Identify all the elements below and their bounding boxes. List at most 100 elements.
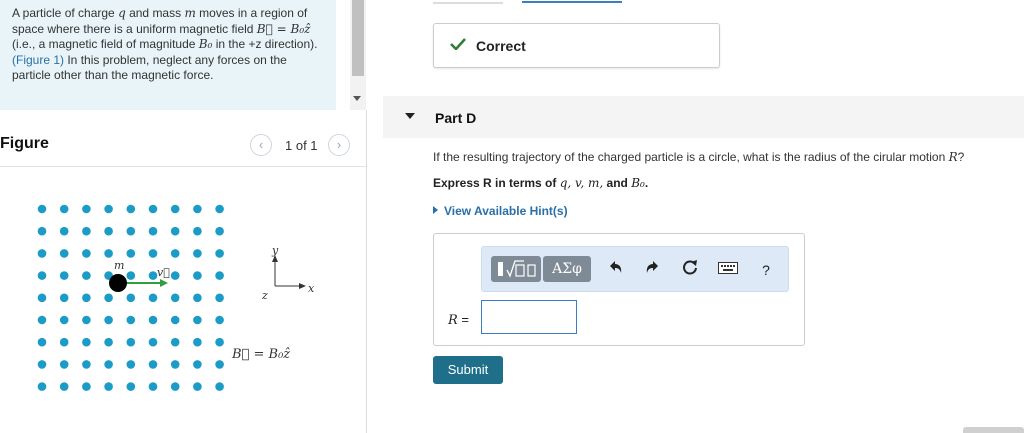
correct-feedback: Correct bbox=[433, 23, 720, 68]
view-hints-link[interactable]: View Available Hint(s) bbox=[433, 204, 568, 218]
answer-box: ΑΣφ ? R = bbox=[433, 233, 805, 346]
figure-prev-button[interactable]: ‹ bbox=[250, 134, 272, 156]
field-dot bbox=[170, 360, 180, 369]
redo-button[interactable] bbox=[642, 259, 662, 281]
problem-scrollbar-thumb[interactable] bbox=[352, 0, 364, 76]
field-dot bbox=[215, 204, 224, 214]
top-tab-active[interactable] bbox=[522, 0, 622, 3]
field-dot bbox=[193, 293, 202, 303]
field-dot bbox=[59, 315, 69, 325]
field-dot bbox=[215, 315, 224, 325]
field-dot bbox=[59, 382, 69, 391]
answer-input[interactable] bbox=[481, 300, 577, 334]
expand-triangle-icon bbox=[433, 206, 438, 214]
scroll-down-arrow-icon[interactable] bbox=[353, 96, 361, 101]
help-button[interactable]: ? bbox=[756, 259, 776, 281]
field-dot bbox=[37, 249, 47, 258]
problem-pane: A particle of charge q and mass m moves … bbox=[0, 0, 366, 433]
field-dot bbox=[37, 226, 47, 236]
field-dot bbox=[148, 337, 158, 347]
part-label: Part D bbox=[435, 110, 477, 126]
axis-x-label: x bbox=[308, 282, 315, 295]
figure-header: Figure ‹ 1 of 1 › bbox=[0, 127, 366, 167]
field-dot bbox=[104, 293, 113, 303]
field-dot bbox=[104, 226, 113, 236]
field-dot bbox=[193, 360, 202, 369]
undo-icon bbox=[610, 261, 622, 273]
field-dot bbox=[148, 360, 158, 369]
math-toolbar: ΑΣφ ? bbox=[481, 246, 789, 292]
field-dot bbox=[170, 249, 180, 258]
figure-link[interactable]: (Figure 1) bbox=[12, 53, 64, 67]
field-dot bbox=[82, 226, 91, 236]
page-scrollbar[interactable] bbox=[963, 427, 1024, 433]
check-icon bbox=[450, 38, 466, 50]
particle-label: m bbox=[114, 259, 124, 272]
figure-next-button[interactable]: › bbox=[328, 134, 350, 156]
chevron-right-icon: › bbox=[336, 137, 342, 152]
field-dot bbox=[193, 249, 202, 258]
var-m: m bbox=[184, 6, 196, 20]
field-dot bbox=[126, 226, 136, 236]
field-dot bbox=[82, 360, 91, 369]
field-dot bbox=[59, 293, 69, 303]
redo-icon bbox=[646, 261, 658, 273]
axis-y-label: y bbox=[271, 244, 279, 257]
field-dot bbox=[59, 226, 69, 236]
field-dot bbox=[148, 382, 158, 391]
field-dot bbox=[37, 293, 47, 303]
field-dot bbox=[37, 271, 47, 280]
field-dot bbox=[215, 293, 224, 303]
part-d-header[interactable]: Part D bbox=[383, 96, 1024, 138]
field-dot bbox=[126, 315, 136, 325]
field-dot bbox=[82, 315, 91, 325]
velocity-arrowhead bbox=[160, 279, 168, 287]
templates-button[interactable] bbox=[491, 256, 541, 282]
greek-symbols-button[interactable]: ΑΣφ bbox=[543, 256, 591, 282]
field-dot bbox=[193, 337, 202, 347]
field-dot bbox=[148, 226, 158, 236]
field-equation: B⃗ = B₀ẑ bbox=[256, 21, 311, 36]
top-tab-inactive[interactable] bbox=[433, 0, 503, 4]
field-dot bbox=[82, 249, 91, 258]
reset-icon bbox=[683, 260, 697, 275]
axes-indicator: y x z bbox=[261, 244, 315, 302]
correct-label: Correct bbox=[476, 38, 526, 54]
field-dot bbox=[215, 382, 224, 391]
keyboard-icon bbox=[718, 262, 738, 274]
field-dot bbox=[215, 249, 224, 258]
field-dot bbox=[59, 271, 69, 280]
field-dot bbox=[104, 315, 113, 325]
field-dot bbox=[170, 315, 180, 325]
figure-title: Figure bbox=[0, 135, 49, 152]
field-dot bbox=[170, 271, 180, 280]
reset-button[interactable] bbox=[680, 259, 700, 281]
axis-z-label: z bbox=[261, 289, 268, 302]
field-dot bbox=[37, 382, 47, 391]
field-dot bbox=[82, 382, 91, 391]
field-dot bbox=[193, 271, 202, 280]
chevron-left-icon: ‹ bbox=[258, 137, 264, 152]
var-b0: B₀ bbox=[198, 37, 213, 51]
figure-diagram: m v⃗ y x z B⃗ = B₀ẑ bbox=[37, 204, 315, 391]
field-dot bbox=[170, 293, 180, 303]
field-dot bbox=[104, 337, 113, 347]
field-dot bbox=[170, 226, 180, 236]
instruction-text: Express R in terms of q, v, m, and B₀. bbox=[433, 176, 649, 190]
field-dot-grid bbox=[37, 204, 224, 391]
var-q: q bbox=[118, 6, 126, 20]
undo-button[interactable] bbox=[606, 259, 626, 281]
collapse-triangle-icon[interactable] bbox=[405, 113, 415, 119]
answer-pane: Correct Part D If the resulting trajecto… bbox=[367, 0, 1024, 433]
answer-variable-label: R = bbox=[448, 312, 470, 328]
keyboard-button[interactable] bbox=[718, 259, 738, 281]
field-dot bbox=[104, 360, 113, 369]
field-dot bbox=[215, 337, 224, 347]
submit-button[interactable]: Submit bbox=[433, 356, 503, 384]
field-dot bbox=[215, 271, 224, 280]
field-dot bbox=[82, 293, 91, 303]
field-dot bbox=[37, 337, 47, 347]
question-var-r: R bbox=[948, 150, 958, 164]
field-dot bbox=[126, 337, 136, 347]
field-dot bbox=[215, 360, 224, 369]
